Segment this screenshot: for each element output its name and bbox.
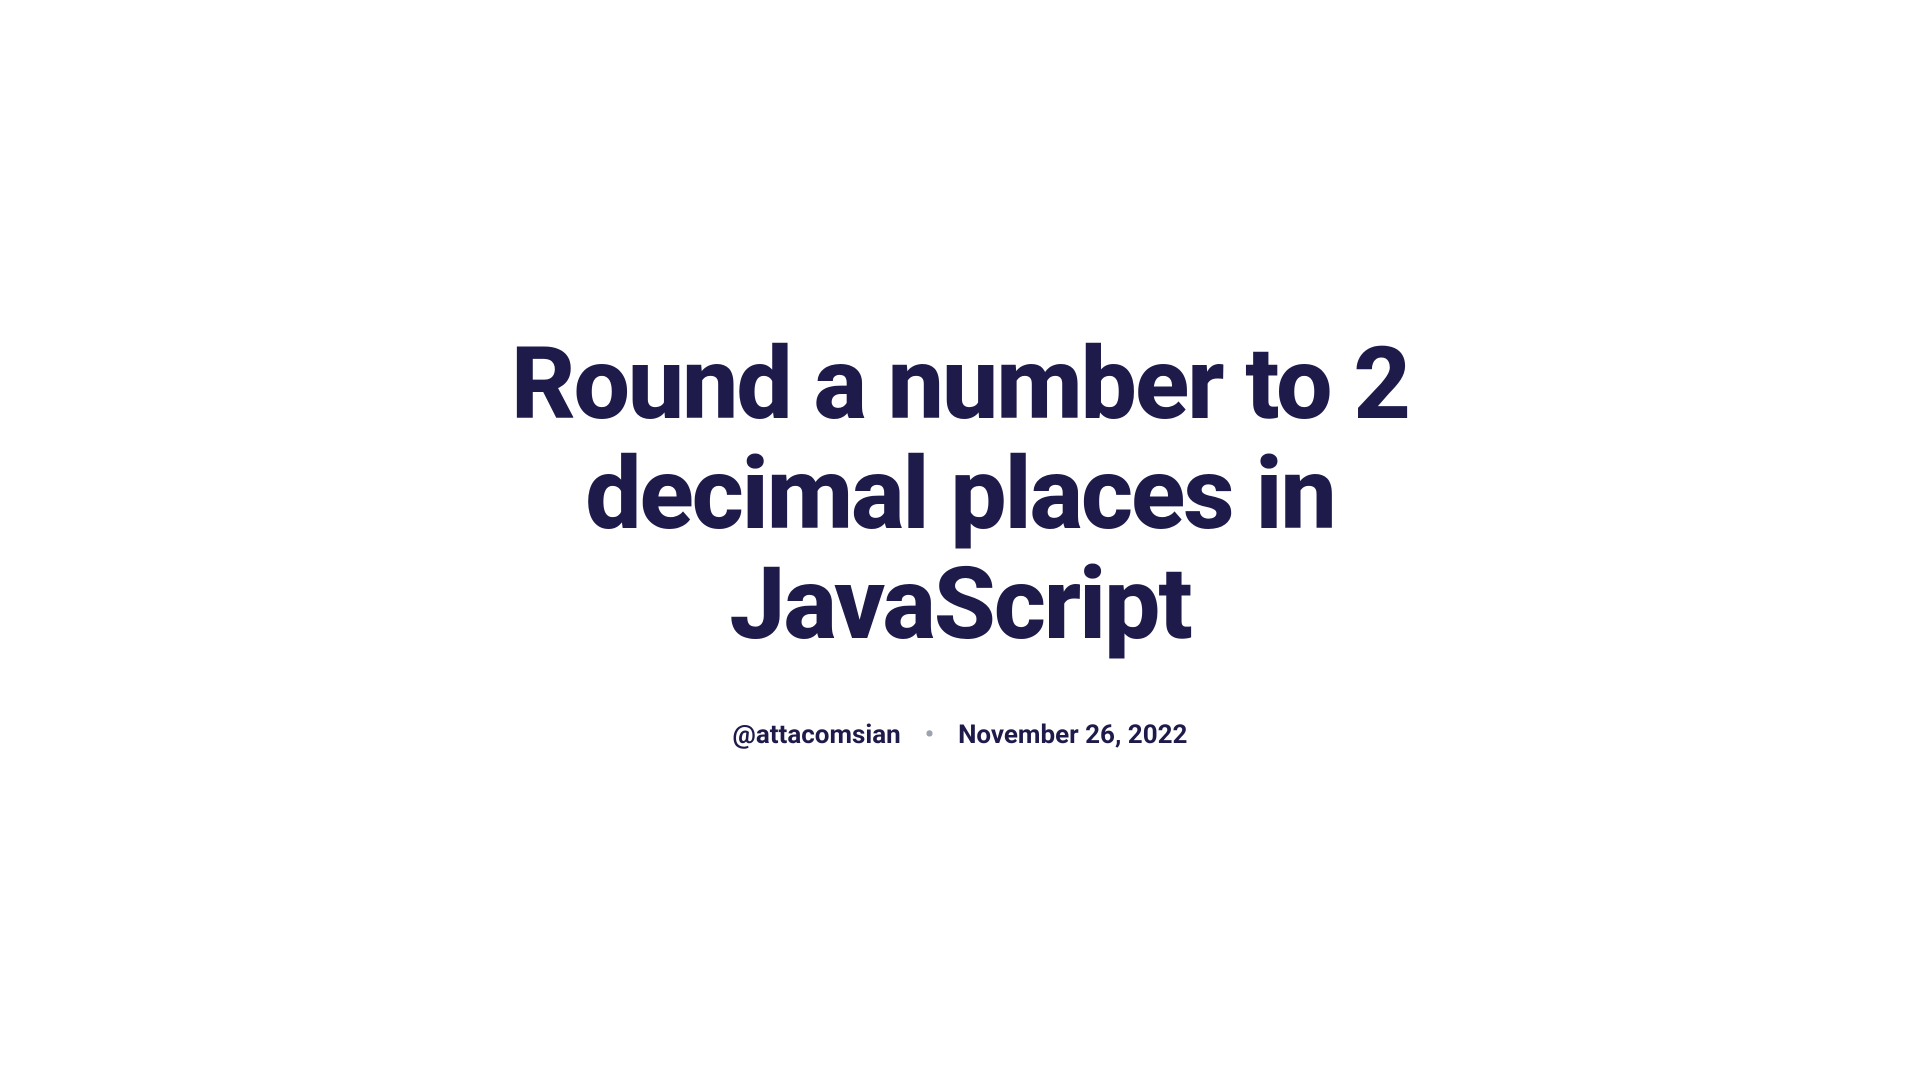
article-author[interactable]: @attacomsian: [733, 720, 901, 750]
article-header: Round a number to 2 decimal places in Ja…: [410, 330, 1510, 750]
meta-separator: •: [925, 720, 934, 750]
article-date: November 26, 2022: [958, 720, 1187, 750]
article-meta: @attacomsian • November 26, 2022: [733, 720, 1188, 750]
article-title: Round a number to 2 decimal places in Ja…: [410, 330, 1510, 660]
